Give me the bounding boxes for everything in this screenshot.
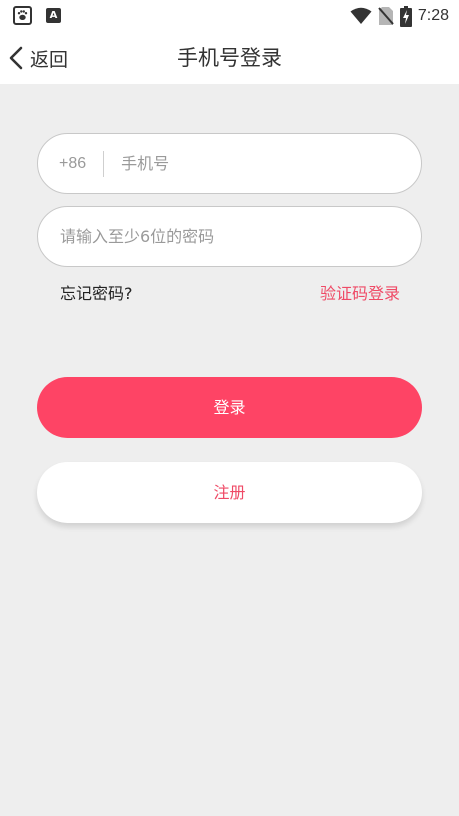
chevron-left-icon [9,46,23,70]
baidu-paw-icon [13,6,32,25]
wifi-icon [350,7,372,24]
back-label: 返回 [30,48,69,71]
phone-field: +86 [37,133,422,194]
country-code-selector[interactable]: +86 [59,155,86,173]
battery-charging-icon [399,5,412,27]
link-row: 忘记密码? 验证码登录 [60,280,400,304]
status-icons: 7:28 [350,4,449,28]
status-bar: A 7:28 [0,0,459,32]
back-button[interactable]: 返回 [8,40,76,76]
password-input[interactable] [60,216,421,257]
a-letter-icon: A [46,8,61,23]
login-button[interactable]: 登录 [37,377,422,438]
status-time: 7:28 [417,7,449,24]
code-login-link[interactable]: 验证码登录 [320,280,400,304]
forgot-password-link[interactable]: 忘记密码? [60,280,133,304]
phone-input[interactable] [121,143,421,184]
register-button[interactable]: 注册 [37,462,422,523]
field-divider [103,150,105,177]
no-sim-icon [378,7,394,25]
nav-bar: 返回 手机号登录 [0,32,459,84]
password-field [37,206,422,267]
